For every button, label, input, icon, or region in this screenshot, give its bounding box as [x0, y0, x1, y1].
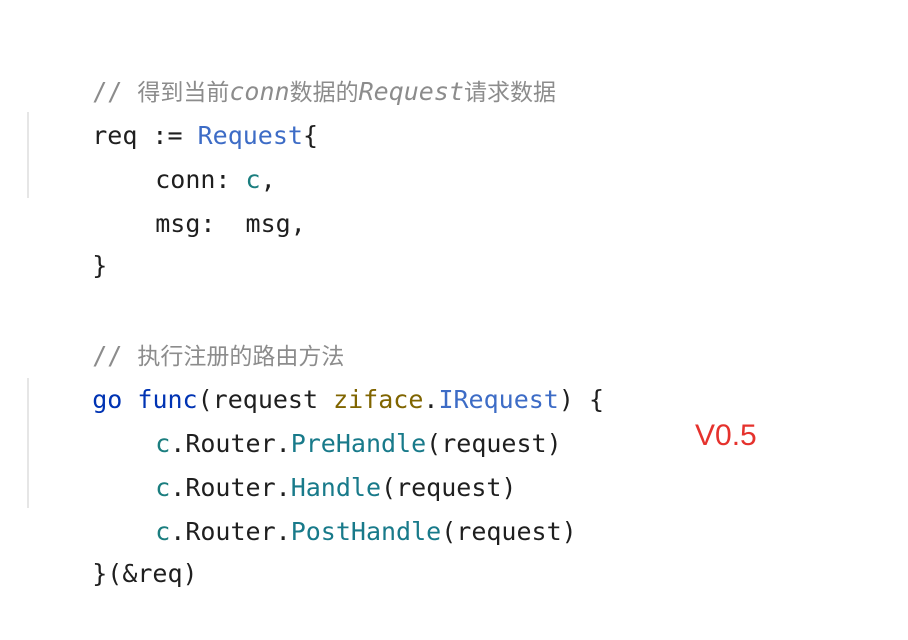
code-editor: // 得到当前conn数据的Request请求数据 req := Request…	[0, 0, 908, 588]
code-line: }	[32, 200, 107, 280]
code-line: msg: msg,	[32, 158, 306, 238]
code-line: go func(request ziface.IRequest) {	[32, 334, 604, 414]
code-line: c.Router.PostHandle(request)	[32, 466, 576, 546]
brace: {	[302, 121, 319, 150]
code-line: req := Request{	[32, 70, 318, 150]
version-label: V0.5	[695, 419, 757, 452]
code-comment-line: // 执行注册的路由方法	[32, 290, 344, 370]
comment-text: Request	[358, 77, 464, 106]
code-line: c.Router.PreHandle(request)	[32, 378, 561, 458]
indent-guide	[27, 112, 29, 198]
code-line: conn: c,	[32, 114, 275, 194]
punctuation: ) {	[558, 385, 605, 414]
code-comment-line: // 得到当前conn数据的Request请求数据	[32, 26, 556, 106]
brace: }	[92, 251, 108, 280]
closing-call: }(&req)	[92, 559, 198, 588]
arguments: (request)	[441, 517, 577, 546]
field-assignment: msg: msg,	[155, 209, 306, 238]
comment-text: 请求数据	[463, 80, 556, 106]
code-line: c.Router.Handle(request)	[32, 422, 516, 502]
method-name: PostHandle	[290, 517, 442, 546]
code-line: }(&req)	[32, 508, 197, 588]
indent-guide	[27, 378, 29, 508]
